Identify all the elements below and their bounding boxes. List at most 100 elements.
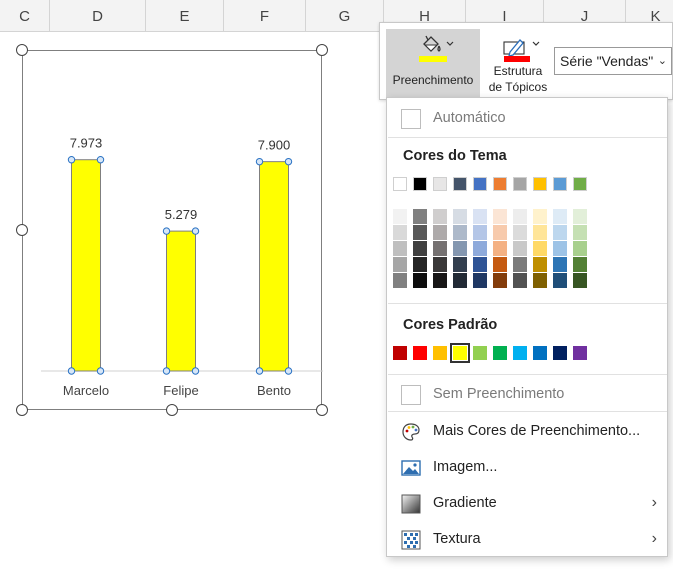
theme-shade-swatch[interactable] [433, 257, 447, 272]
theme-shade-swatch[interactable] [553, 257, 567, 272]
menu-item-texture[interactable]: Textura › [387, 524, 667, 554]
column-header-c[interactable]: C [0, 0, 50, 32]
chart-resize-handle-middle-left[interactable] [16, 224, 28, 236]
menu-item-gradient[interactable]: Gradiente › [387, 488, 667, 518]
theme-color-swatch[interactable] [573, 177, 587, 191]
theme-shade-swatch[interactable] [453, 273, 467, 288]
theme-shade-swatch[interactable] [453, 209, 467, 224]
theme-shade-swatch[interactable] [533, 241, 547, 256]
chart-bar-felipe[interactable] [166, 230, 196, 372]
standard-color-swatch[interactable] [393, 346, 407, 360]
theme-shade-swatch[interactable] [513, 241, 527, 256]
chart-resize-handle-bottom-center[interactable] [166, 404, 178, 416]
menu-item-picture[interactable]: Imagem... [387, 452, 667, 482]
theme-color-swatch[interactable] [433, 177, 447, 191]
standard-color-swatch[interactable] [450, 343, 470, 363]
chart-resize-handle-bottom-right[interactable] [316, 404, 328, 416]
theme-shade-swatch[interactable] [393, 225, 407, 240]
chart-element-select[interactable]: Série "Vendas" ⌄ [554, 47, 672, 75]
theme-shade-swatch[interactable] [433, 273, 447, 288]
theme-shade-swatch[interactable] [413, 273, 427, 288]
standard-color-swatch[interactable] [573, 346, 587, 360]
theme-shade-swatch[interactable] [553, 273, 567, 288]
theme-shade-swatch[interactable] [553, 225, 567, 240]
theme-shade-swatch[interactable] [413, 257, 427, 272]
theme-shade-swatch[interactable] [573, 257, 587, 272]
theme-color-swatch[interactable] [393, 177, 407, 191]
bar-selection-handle[interactable] [96, 367, 105, 375]
chart-bar-bento[interactable] [259, 161, 289, 372]
standard-color-swatch[interactable] [553, 346, 567, 360]
theme-shade-swatch[interactable] [453, 225, 467, 240]
theme-shade-swatch[interactable] [413, 209, 427, 224]
theme-shade-swatch[interactable] [533, 273, 547, 288]
theme-shade-swatch[interactable] [513, 273, 527, 288]
bar-selection-handle[interactable] [255, 367, 264, 375]
menu-item-automatic[interactable]: Automático [387, 103, 667, 133]
chart-resize-handle-top-left[interactable] [16, 44, 28, 56]
theme-color-swatch[interactable] [493, 177, 507, 191]
standard-color-swatch[interactable] [533, 346, 547, 360]
theme-shade-swatch[interactable] [553, 241, 567, 256]
theme-color-swatch[interactable] [473, 177, 487, 191]
theme-shade-swatch[interactable] [413, 241, 427, 256]
theme-color-swatch[interactable] [413, 177, 427, 191]
column-chart[interactable]: 7.973Marcelo5.279Felipe7.900Bento9.455Va… [22, 50, 323, 410]
theme-shade-swatch[interactable] [433, 241, 447, 256]
theme-shade-swatch[interactable] [573, 273, 587, 288]
menu-item-more-colors[interactable]: Mais Cores de Preenchimento... [387, 416, 667, 446]
theme-shade-swatch[interactable] [493, 257, 507, 272]
theme-shade-swatch[interactable] [393, 273, 407, 288]
theme-shade-swatch[interactable] [533, 257, 547, 272]
chart-resize-handle-bottom-left[interactable] [16, 404, 28, 416]
bar-selection-handle[interactable] [255, 157, 264, 166]
theme-shade-swatch[interactable] [453, 257, 467, 272]
menu-item-no-fill[interactable]: Sem Preenchimento [387, 379, 667, 409]
theme-shade-swatch[interactable] [533, 225, 547, 240]
column-header-d[interactable]: D [50, 0, 146, 32]
theme-shade-swatch[interactable] [573, 225, 587, 240]
standard-color-swatch[interactable] [433, 346, 447, 360]
theme-color-swatch[interactable] [553, 177, 567, 191]
column-header-f[interactable]: F [224, 0, 306, 32]
bar-selection-handle[interactable] [162, 367, 171, 375]
theme-shade-swatch[interactable] [393, 209, 407, 224]
theme-shade-swatch[interactable] [513, 209, 527, 224]
bar-selection-handle[interactable] [96, 156, 105, 164]
theme-shade-swatch[interactable] [493, 273, 507, 288]
bar-selection-handle[interactable] [67, 367, 76, 375]
theme-shade-swatch[interactable] [493, 225, 507, 240]
theme-shade-swatch[interactable] [573, 241, 587, 256]
theme-color-swatch[interactable] [533, 177, 547, 191]
theme-shade-swatch[interactable] [493, 209, 507, 224]
bar-selection-handle[interactable] [284, 157, 293, 166]
chart-bar-marcelo[interactable] [71, 159, 101, 372]
standard-color-swatch[interactable] [513, 346, 527, 360]
theme-shade-swatch[interactable] [413, 225, 427, 240]
theme-shade-swatch[interactable] [453, 241, 467, 256]
theme-shade-swatch[interactable] [473, 257, 487, 272]
bar-selection-handle[interactable] [191, 227, 200, 235]
theme-shade-swatch[interactable] [393, 241, 407, 256]
theme-shade-swatch[interactable] [513, 225, 527, 240]
standard-color-swatch[interactable] [413, 346, 427, 360]
theme-shade-swatch[interactable] [393, 257, 407, 272]
theme-shade-swatch[interactable] [433, 225, 447, 240]
theme-shade-swatch[interactable] [493, 241, 507, 256]
bar-selection-handle[interactable] [191, 367, 200, 375]
bar-selection-handle[interactable] [67, 156, 76, 164]
theme-color-swatch[interactable] [513, 177, 527, 191]
standard-color-swatch[interactable] [473, 346, 487, 360]
bar-selection-handle[interactable] [162, 227, 171, 235]
column-header-g[interactable]: G [306, 0, 384, 32]
standard-color-swatch[interactable] [493, 346, 507, 360]
bar-selection-handle[interactable] [284, 367, 293, 375]
theme-shade-swatch[interactable] [473, 241, 487, 256]
column-header-e[interactable]: E [146, 0, 224, 32]
theme-shade-swatch[interactable] [473, 209, 487, 224]
theme-shade-swatch[interactable] [473, 273, 487, 288]
theme-shade-swatch[interactable] [513, 257, 527, 272]
outline-button[interactable]: Estrutura de Tópicos [485, 29, 551, 97]
theme-shade-swatch[interactable] [573, 209, 587, 224]
theme-shade-swatch[interactable] [473, 225, 487, 240]
